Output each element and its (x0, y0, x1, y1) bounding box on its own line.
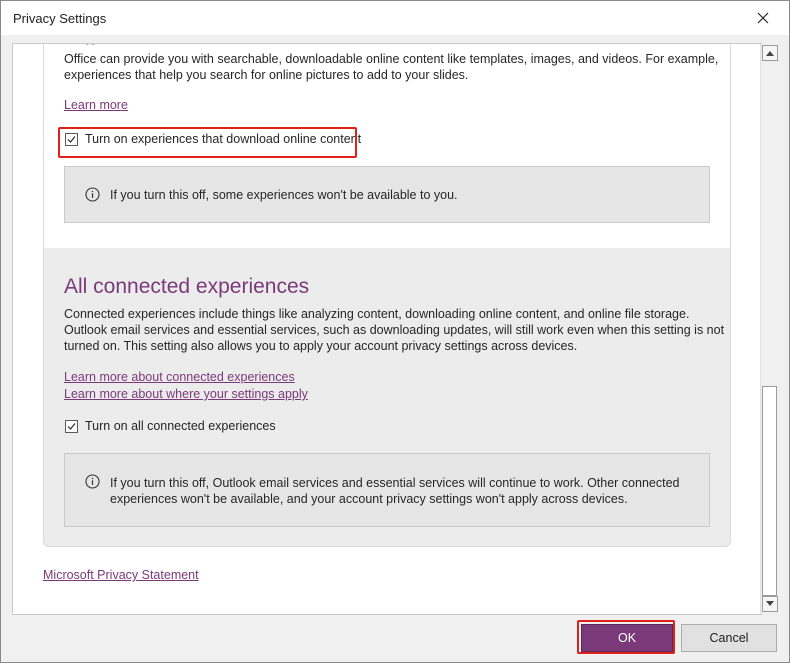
checkmark-icon (67, 422, 76, 430)
info-icon (85, 474, 100, 489)
cancel-button[interactable]: Cancel (681, 624, 777, 652)
close-icon (757, 12, 769, 24)
privacy-settings-dialog: Privacy Settings Office can provide you … (0, 0, 790, 663)
scrollbar-thumb[interactable] (762, 386, 777, 596)
scroll-down-icon (766, 601, 774, 606)
privacy-statement-link[interactable]: Microsoft Privacy Statement (43, 568, 199, 582)
checkbox-highlight (58, 127, 357, 158)
connected-experiences-checkbox[interactable] (65, 419, 78, 433)
download-info-text: If you turn this off, some experiences w… (110, 188, 458, 202)
learn-more-link[interactable]: Learn more (64, 98, 128, 112)
connected-description-line2: Outlook email services and essential ser… (64, 323, 725, 337)
learn-more-settings-link[interactable]: Learn more about where your settings app… (64, 387, 308, 401)
scroll-down-button[interactable] (762, 596, 778, 612)
connected-experiences-heading: All connected experiences (64, 275, 310, 298)
connected-experiences-section: All connected experiences Connected expe… (43, 248, 731, 547)
download-info-box: If you turn this off, some experiences w… (64, 166, 710, 223)
connected-description-line1: Connected experiences include things lik… (64, 307, 690, 321)
vertical-scrollbar[interactable] (760, 44, 778, 613)
connected-description-line3: turned on. This setting also allows you … (64, 339, 578, 353)
close-button[interactable] (745, 3, 781, 33)
scroll-up-icon (766, 51, 774, 56)
connected-info-line2: experiences won't be available, and your… (110, 492, 628, 506)
connected-info-line1: If you turn this off, Outlook email serv… (110, 476, 680, 490)
download-description-line1: Office can provide you with searchable, … (64, 52, 719, 66)
connected-experiences-checkbox-label: Turn on all connected experiences (85, 419, 276, 433)
info-icon (85, 187, 100, 202)
connected-info-box: If you turn this off, Outlook email serv… (64, 453, 710, 527)
title-bar: Privacy Settings (1, 1, 789, 35)
scroll-up-button[interactable] (762, 45, 778, 61)
download-description-line2: experiences that help you search for onl… (64, 68, 469, 82)
settings-scroll-area: Office can provide you with searchable, … (12, 43, 762, 615)
ok-button[interactable]: OK (581, 624, 673, 652)
section-heading-partial (84, 44, 98, 45)
window-title: Privacy Settings (13, 11, 107, 26)
connected-experiences-checkbox-row[interactable]: Turn on all connected experiences (65, 419, 276, 433)
learn-more-connected-link[interactable]: Learn more about connected experiences (64, 370, 295, 384)
